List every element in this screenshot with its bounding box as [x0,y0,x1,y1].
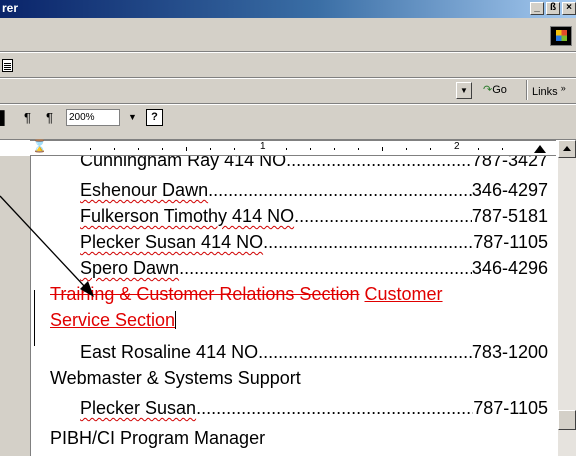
annotation-arrow-icon [0,195,94,297]
